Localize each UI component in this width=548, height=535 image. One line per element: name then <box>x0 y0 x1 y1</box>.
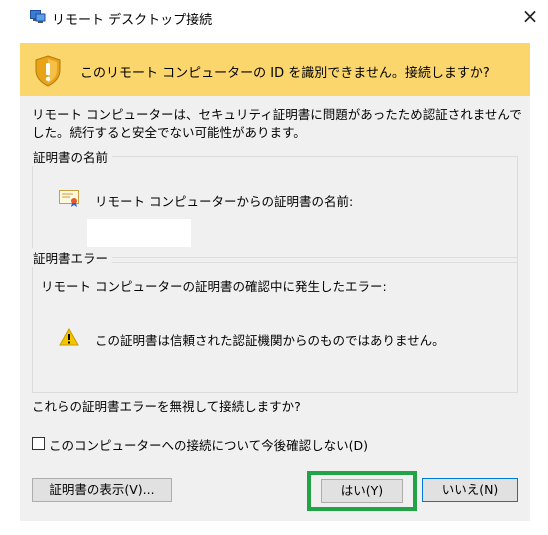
dialog-body: リモート コンピューターは、セキュリティ証明書に問題があったため認証されませんで… <box>20 96 530 521</box>
banner-message: このリモート コンピューターの ID を識別できません。接続しますか? <box>80 66 490 81</box>
view-certificate-button[interactable]: 証明書の表示(V)... <box>32 478 172 502</box>
certificate-name-value <box>87 219 191 247</box>
ignore-errors-question: これらの証明書エラーを無視して接続しますか? <box>32 399 301 414</box>
window-title: リモート デスクトップ接続 <box>52 13 213 28</box>
dont-ask-again-label[interactable]: このコンピューターへの接続について今後確認しない(D) <box>49 435 368 454</box>
certificate-name-label: リモート コンピューターからの証明書の名前: <box>95 194 354 209</box>
close-button[interactable]: × <box>518 4 542 28</box>
no-button[interactable]: いいえ(N) <box>422 478 518 502</box>
certificate-icon <box>59 190 79 208</box>
dont-ask-again-checkbox[interactable] <box>32 437 45 450</box>
description-text: リモート コンピューターは、セキュリティ証明書に問題があったため認証されませんで… <box>32 107 522 140</box>
certificate-name-legend: 証明書の名前 <box>29 147 113 166</box>
certificate-error-item: この証明書は信頼された認証機関からのものではありません。 <box>95 333 445 348</box>
yes-button-highlight: はい(Y) <box>307 471 417 511</box>
shield-warning-icon <box>34 55 62 87</box>
warning-banner: このリモート コンピューターの ID を識別できません。接続しますか? <box>20 43 530 96</box>
title-bar: リモート デスクトップ接続 × <box>0 0 548 34</box>
remote-desktop-icon <box>30 10 46 24</box>
certificate-error-legend: 証明書エラー <box>29 248 113 267</box>
warning-icon <box>59 327 79 346</box>
certificate-name-group: 証明書の名前 リモート コンピューターからの証明書の名前: <box>29 147 518 263</box>
certificate-error-label: リモート コンピューターの証明書の確認中に発生したエラー: <box>41 279 387 294</box>
certificate-error-group: 証明書エラー リモート コンピューターの証明書の確認中に発生したエラー: この証… <box>29 248 518 393</box>
close-icon: × <box>521 4 539 28</box>
yes-button[interactable]: はい(Y) <box>321 479 403 503</box>
